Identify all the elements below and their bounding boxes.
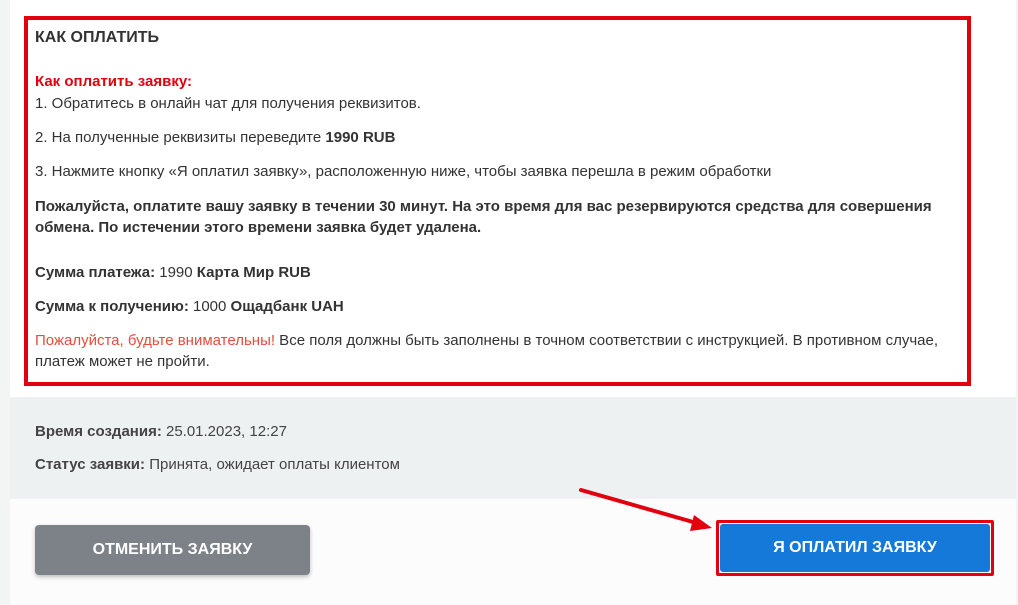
step-2-amount: 1990 RUB [325,129,396,146]
order-status-label: Статус заявки: [35,456,146,473]
receive-amount-label: Сумма к получению: [35,298,189,315]
payment-instructions-content: КАК ОПЛАТИТЬ Как оплатить заявку: 1. Обр… [35,28,965,372]
order-status-line: Статус заявки: Принята, ожидает оплаты к… [35,455,400,475]
created-time-line: Время создания: 25.01.2023, 12:27 [35,422,287,442]
receive-amount-value: 1000 [188,298,231,315]
receive-amount-line: Сумма к получению: 1000 Ощадбанк UAH [35,297,965,317]
section-title: КАК ОПЛАТИТЬ [35,29,160,46]
payment-instructions-section: КАК ОПЛАТИТЬ Как оплатить заявку: 1. Обр… [10,0,1016,397]
created-time-value: 25.01.2023, 12:27 [161,423,287,440]
payment-amount-value: 1990 [155,264,197,281]
step-2: 2. На полученные реквизиты переведите 19… [35,128,965,148]
step-2-text: 2. На полученные реквизиты переведите [35,129,326,146]
exchange-order-page: КАК ОПЛАТИТЬ Как оплатить заявку: 1. Обр… [10,0,1016,605]
confirm-paid-button[interactable]: Я ОПЛАТИЛ ЗАЯВКУ [720,524,990,572]
step-1: 1. Обратитесь в онлайн чат для получения… [35,95,421,112]
receive-method: Ощадбанк UAH [230,298,344,315]
attention-notice-highlight: Пожалуйста, будьте внимательны! [35,332,276,349]
order-status-value: Принята, ожидает оплаты клиентом [145,456,400,473]
cancel-order-button[interactable]: ОТМЕНИТЬ ЗАЯВКУ [35,525,310,575]
order-actions: ОТМЕНИТЬ ЗАЯВКУ Я ОПЛАТИЛ ЗАЯВКУ [10,499,1016,605]
step-3: 3. Нажмите кнопку «Я оплатил заявку», ра… [35,163,772,180]
payment-amount-label: Сумма платежа: [35,264,156,281]
attention-notice: Пожалуйста, будьте внимательны! Все поля… [35,330,965,372]
time-limit-warning: Пожалуйста, оплатите вашу заявку в течен… [35,198,932,236]
order-info-section: Время создания: 25.01.2023, 12:27 Статус… [10,397,1016,499]
payment-amount-line: Сумма платежа: 1990 Карта Мир RUB [35,263,965,283]
payment-method: Карта Мир RUB [196,264,311,281]
created-time-label: Время создания: [35,423,162,440]
instructions-subtitle: Как оплатить заявку: [35,73,192,90]
